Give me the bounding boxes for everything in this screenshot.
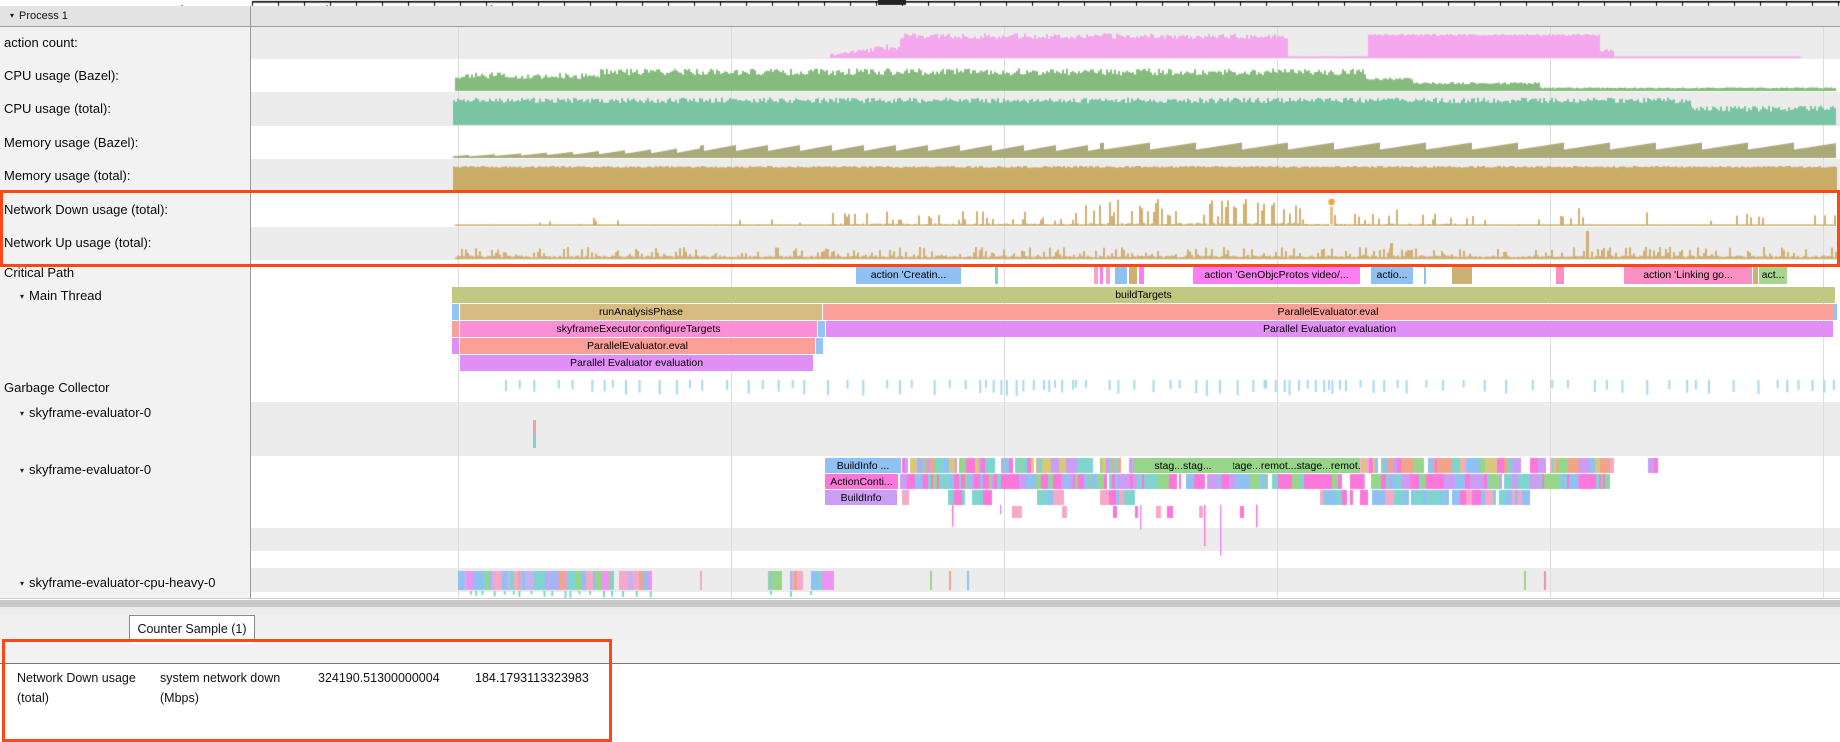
sidebar-divider — [250, 6, 251, 598]
track-label-cpu-bazel: CPU usage (Bazel): — [4, 68, 119, 83]
track-label-cpu-total: CPU usage (total): — [4, 101, 111, 116]
section-label-critical-path: Critical Path — [4, 265, 74, 280]
collapse-icon[interactable]: ▾ — [20, 579, 24, 588]
tab-counter-sample[interactable]: Counter Sample (1) — [129, 615, 255, 642]
section-label: Main Thread — [29, 288, 102, 303]
section-main-thread[interactable]: ▾ Main Thread — [20, 288, 102, 303]
cell-series[interactable]: system network down (Mbps) — [160, 668, 302, 708]
trace-viewer: ▾ Process 1 action count: CPU usage (Baze… — [0, 0, 1840, 742]
track-label-action-count: action count: — [4, 35, 78, 50]
section-label: skyframe-evaluator-cpu-heavy-0 — [29, 575, 215, 590]
track-label-net-down: Network Down usage (total): — [4, 202, 168, 217]
collapse-icon[interactable]: ▾ — [20, 292, 24, 301]
evaluator2-row-1: ActionConti... — [0, 474, 1840, 489]
trace-slice[interactable]: stage...remot...stage...remot... — [1233, 458, 1360, 473]
evaluator2-row-2: BuildInfo — [0, 490, 1840, 505]
section-evaluator2[interactable]: ▾ skyframe-evaluator-0 — [20, 462, 151, 477]
table-header — [0, 641, 1840, 664]
collapse-icon[interactable]: ▾ — [20, 466, 24, 475]
track-label-mem-total: Memory usage (total): — [4, 168, 130, 183]
cell-time[interactable]: 324190.51300000004 — [318, 668, 468, 688]
trace-slice[interactable]: BuildInfo — [825, 490, 897, 505]
cell-counter[interactable]: Network Down usage (total) — [17, 668, 149, 708]
track-label-net-up: Network Up usage (total): — [4, 235, 151, 250]
trace-slice[interactable]: ActionConti... — [825, 474, 898, 489]
splitter-handle[interactable] — [0, 600, 1840, 607]
collapse-icon[interactable]: ▾ — [10, 6, 14, 26]
evaluator1-row — [0, 0, 1840, 600]
process-header[interactable]: ▾ Process 1 — [0, 6, 1840, 27]
track-label-mem-bazel: Memory usage (Bazel): — [4, 135, 138, 150]
section-cpu-heavy[interactable]: ▾ skyframe-evaluator-cpu-heavy-0 — [20, 575, 215, 590]
section-label-gc: Garbage Collector — [4, 380, 110, 395]
trace-slice-small[interactable] — [533, 420, 536, 434]
trace-slice[interactable]: stag...stag... — [1133, 458, 1233, 473]
collapse-icon[interactable]: ▾ — [20, 409, 24, 418]
process-title: Process 1 — [19, 10, 68, 22]
section-evaluator1[interactable]: ▾ skyframe-evaluator-0 — [20, 405, 151, 420]
section-label: skyframe-evaluator-0 — [29, 462, 151, 477]
analysis-tab-bar — [0, 614, 1840, 642]
trace-slice-small[interactable] — [533, 434, 536, 448]
section-label: skyframe-evaluator-0 — [29, 405, 151, 420]
cell-value[interactable]: 184.1793113323983 — [475, 668, 625, 688]
evaluator2-row-0: BuildInfo ... stag...stag...stage...remot… — [0, 458, 1840, 473]
trace-slice[interactable]: BuildInfo ... — [825, 458, 901, 473]
